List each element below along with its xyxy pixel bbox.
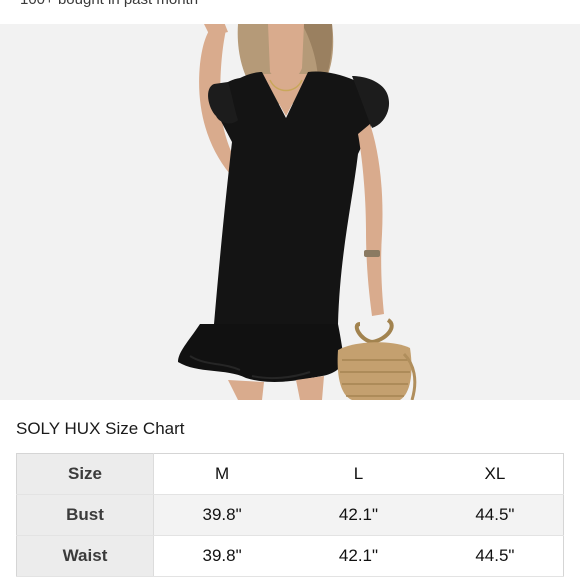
size-header-row: Size M L XL: [16, 453, 564, 495]
size-l-header: L: [290, 453, 427, 495]
purchase-info-strip: 100+ bought in past month: [0, 0, 580, 24]
size-m-header: M: [153, 453, 291, 495]
product-page: 100+ bought in past month: [0, 0, 580, 580]
waist-xl-value: 44.5": [426, 535, 564, 577]
waist-label: Waist: [16, 535, 154, 577]
size-chart-table: Size M L XL Bust 39.8" 42.1" 44.5" Waist…: [16, 453, 564, 577]
size-xl-header: XL: [426, 453, 564, 495]
size-chart-title: SOLY HUX Size Chart: [16, 419, 185, 438]
bust-xl-value: 44.5": [426, 494, 564, 536]
waist-l-value: 42.1": [290, 535, 427, 577]
product-image[interactable]: [0, 24, 580, 400]
waist-m-value: 39.8": [153, 535, 291, 577]
bought-count-text: 100+ bought in past month: [20, 0, 198, 8]
waist-row: Waist 39.8" 42.1" 44.5": [16, 535, 564, 577]
bust-row: Bust 39.8" 42.1" 44.5": [16, 494, 564, 536]
size-header-label: Size: [16, 453, 154, 495]
bust-l-value: 42.1": [290, 494, 427, 536]
bust-label: Bust: [16, 494, 154, 536]
bust-m-value: 39.8": [153, 494, 291, 536]
